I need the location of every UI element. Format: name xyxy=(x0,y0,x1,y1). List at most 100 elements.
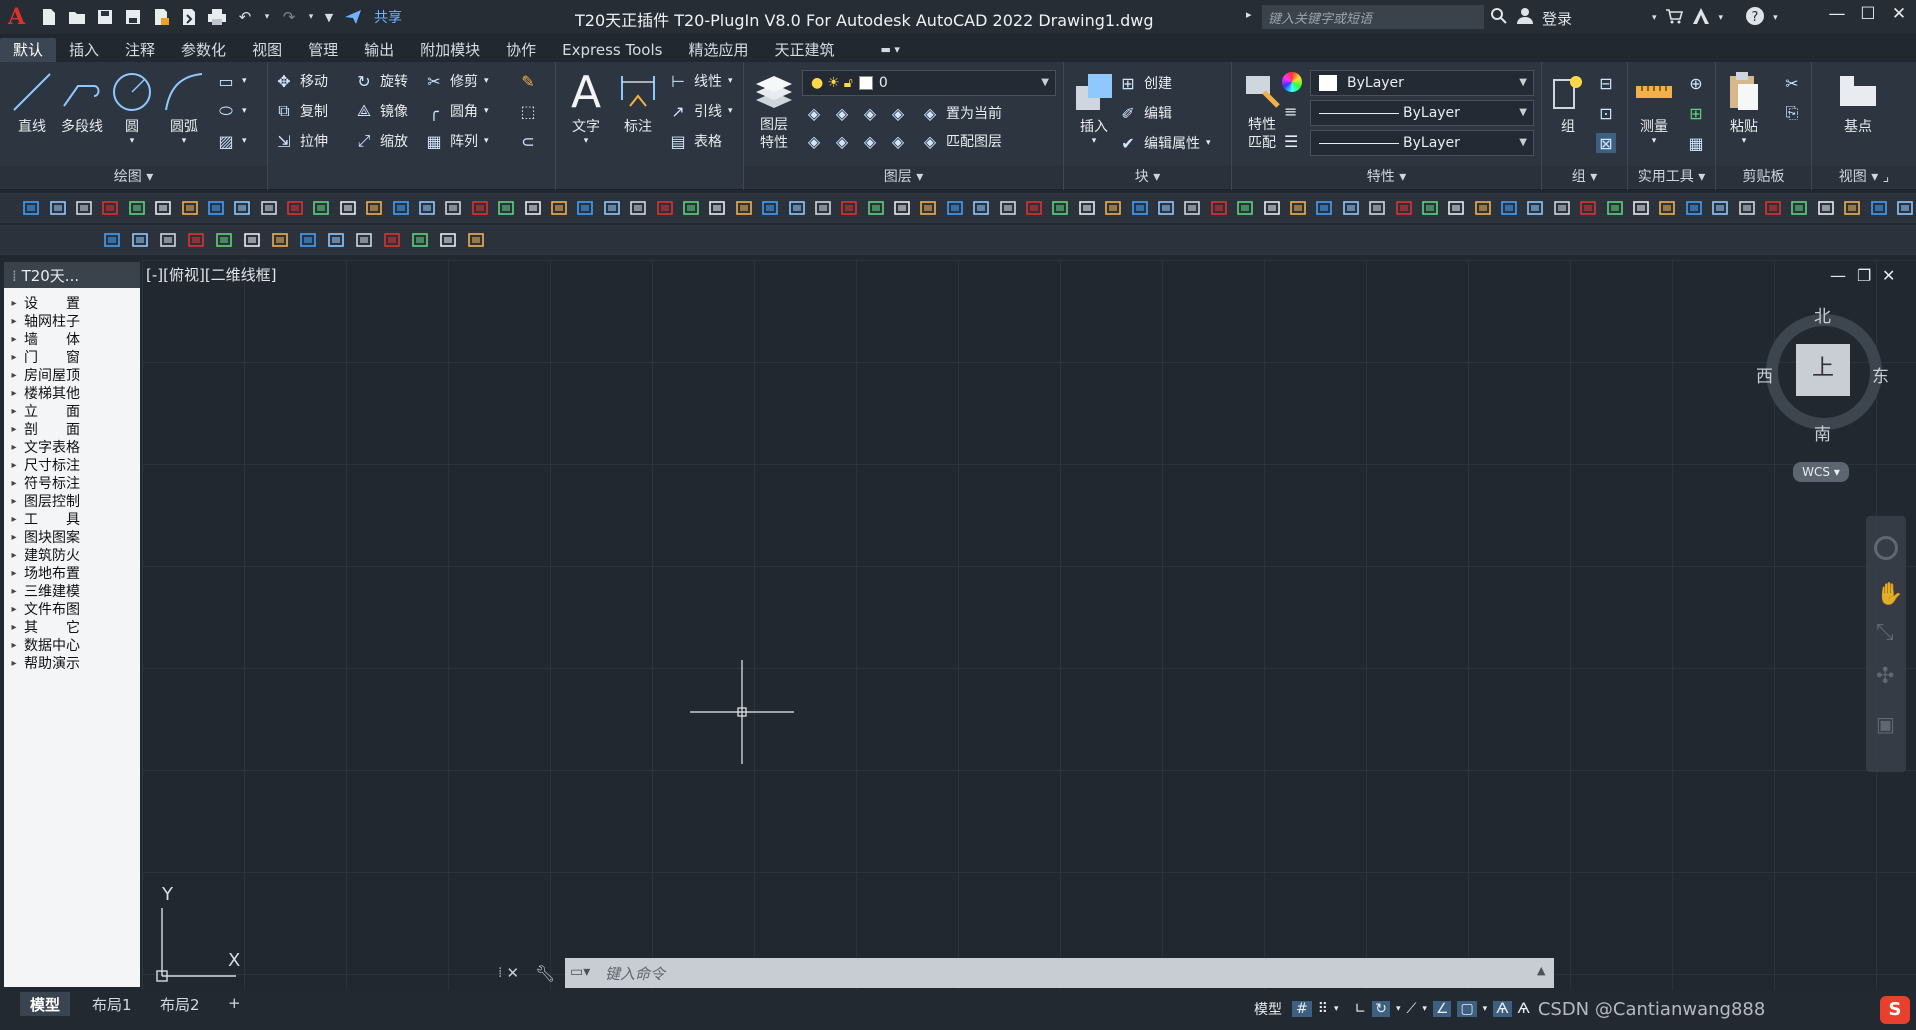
ellipse-tool[interactable]: ⬭ ▾ xyxy=(216,98,246,124)
tab-addins[interactable]: 附加模块 xyxy=(407,38,493,62)
layout-tab-layout1[interactable]: 布局1 xyxy=(82,992,142,1016)
quick-select-tool[interactable]: ⊕ xyxy=(1686,70,1706,96)
close-button[interactable]: ✕ xyxy=(1882,4,1916,28)
toolbar-row1-tool-70-icon[interactable] xyxy=(1841,197,1863,219)
measure-dropdown-icon[interactable]: ▾ xyxy=(1628,136,1680,146)
toolbar-row1-tool-41-icon[interactable] xyxy=(1076,197,1098,219)
stretch-tool[interactable]: ⇲ 拉伸 xyxy=(274,128,328,154)
match-properties-tool[interactable]: 特性匹配 xyxy=(1236,68,1288,152)
minimize-button[interactable]: — xyxy=(1820,4,1854,28)
toolbar-row1-tool-65-icon[interactable] xyxy=(1709,197,1731,219)
array-dropdown-icon[interactable]: ▾ xyxy=(484,136,489,146)
tab-tangent-arch[interactable]: 天正建筑 xyxy=(761,38,847,62)
toolbar-row1-tool-22-icon[interactable] xyxy=(574,197,596,219)
compass-north[interactable]: 北 xyxy=(1814,302,1831,327)
toolbar-row2-tool-11-icon[interactable] xyxy=(380,229,404,251)
text-dropdown-icon[interactable]: ▾ xyxy=(560,136,612,146)
orbit-icon[interactable]: ✣ xyxy=(1876,664,1894,689)
toolbar-row1-tool-12-icon[interactable] xyxy=(310,197,332,219)
palette-item-axis-columns[interactable]: ▸ 轴网柱子 xyxy=(4,312,140,330)
print-icon[interactable] xyxy=(206,7,228,27)
palette-grip-icon[interactable]: ⁞ xyxy=(12,267,17,285)
palette-item-fire-protection[interactable]: ▸ 建筑防火 xyxy=(4,546,140,564)
viewcube[interactable]: 上 北 南 东 西 xyxy=(1756,300,1892,450)
redo-icon[interactable]: ↷ xyxy=(278,7,300,27)
explode-tool[interactable]: ⬚ xyxy=(518,98,538,124)
toolbar-row1-tool-18-icon[interactable] xyxy=(469,197,491,219)
toolbar-row1-tool-4-icon[interactable] xyxy=(99,197,121,219)
linear-dropdown-icon[interactable]: ▾ xyxy=(728,76,733,86)
leader-dropdown-icon[interactable]: ▾ xyxy=(728,106,733,116)
erase-tool[interactable]: ✎ xyxy=(518,68,538,94)
open-web-icon[interactable] xyxy=(150,7,172,27)
hatch-dropdown-icon[interactable]: ▾ xyxy=(242,136,247,146)
toolbar-row1-tool-50-icon[interactable] xyxy=(1313,197,1335,219)
toolbar-row1-tool-62-icon[interactable] xyxy=(1630,197,1652,219)
toolbar-row1-tool-15-icon[interactable] xyxy=(389,197,411,219)
offset-tool[interactable]: ⊂ xyxy=(518,128,538,154)
fillet-dropdown-icon[interactable]: ▾ xyxy=(484,106,489,116)
edit-attributes-dropdown-icon[interactable]: ▾ xyxy=(1206,138,1211,148)
polar-tracking-icon[interactable]: ↻ xyxy=(1372,1001,1390,1017)
command-history-icon[interactable]: ▭▾ xyxy=(570,964,590,980)
toolbar-row1-tool-66-icon[interactable] xyxy=(1735,197,1757,219)
undo-dropdown-icon[interactable]: ▾ xyxy=(262,7,272,27)
toolbar-row1-tool-3-icon[interactable] xyxy=(73,197,95,219)
toolbar-row1-tool-7-icon[interactable] xyxy=(178,197,200,219)
layer-thaw-tool[interactable]: ◈ xyxy=(860,128,880,154)
make-current-tool[interactable]: ◈ 置为当前 xyxy=(920,100,1002,126)
draw-panel-title[interactable]: 绘图 ▾ xyxy=(0,166,267,188)
toolbar-row1-tool-38-icon[interactable] xyxy=(996,197,1018,219)
leader-tool[interactable]: ↗ 引线 ▾ xyxy=(668,98,733,124)
layer-lock-icon[interactable]: 🔓︎ xyxy=(844,75,853,91)
palette-item-stairs[interactable]: ▸ 楼梯其他 xyxy=(4,384,140,402)
sogou-ime-icon[interactable]: S xyxy=(1880,996,1910,1024)
toolbar-row1-tool-40-icon[interactable] xyxy=(1049,197,1071,219)
tab-view[interactable]: 视图 xyxy=(239,38,295,62)
toolbar-row1-tool-67-icon[interactable] xyxy=(1762,197,1784,219)
layer-lock-tool[interactable]: ◈ xyxy=(888,100,908,126)
save-icon[interactable] xyxy=(94,7,116,27)
color-dropdown[interactable]: ByLayer ▼ xyxy=(1310,70,1534,96)
toolbar-row1-tool-57-icon[interactable] xyxy=(1498,197,1520,219)
isodraft-dropdown-icon[interactable]: ▾ xyxy=(1422,1004,1427,1014)
toolbar-row1-tool-1-icon[interactable] xyxy=(20,197,42,219)
clipboard-panel-title[interactable]: 剪贴板 xyxy=(1716,166,1811,188)
group-tool[interactable]: 组 xyxy=(1542,68,1594,136)
toolbar-row1-tool-10-icon[interactable] xyxy=(258,197,280,219)
toolbar-row1-tool-37-icon[interactable] xyxy=(970,197,992,219)
arc-dropdown-icon[interactable]: ▾ xyxy=(158,136,210,146)
toolbar-row2-tool-3-icon[interactable] xyxy=(156,229,180,251)
toolbar-row1-tool-56-icon[interactable] xyxy=(1471,197,1493,219)
toolbar-row1-tool-71-icon[interactable] xyxy=(1867,197,1889,219)
text-tool[interactable]: A 文字 ▾ xyxy=(560,67,612,147)
help-icon[interactable]: ? xyxy=(1745,6,1765,30)
trim-dropdown-icon[interactable]: ▾ xyxy=(484,76,489,86)
viewport-close-button[interactable]: ✕ xyxy=(1882,266,1895,285)
toolbar-row1-tool-36-icon[interactable] xyxy=(944,197,966,219)
tab-manage[interactable]: 管理 xyxy=(295,38,351,62)
annotation-visibility-icon[interactable]: Ѧ xyxy=(1493,1001,1512,1017)
compass-west[interactable]: 西 xyxy=(1756,362,1773,387)
viewport-controls-label[interactable]: [-][俯视][二维线框] xyxy=(146,264,277,285)
toolbar-row2-tool-14-icon[interactable] xyxy=(464,229,488,251)
palette-item-elevation[interactable]: ▸ 立 面 xyxy=(4,402,140,420)
user-icon[interactable] xyxy=(1516,7,1534,29)
compass-east[interactable]: 东 xyxy=(1872,362,1889,387)
tab-default[interactable]: 默认 xyxy=(0,38,57,62)
toolbar-row1-tool-63-icon[interactable] xyxy=(1656,197,1678,219)
palette-item-walls[interactable]: ▸ 墙 体 xyxy=(4,330,140,348)
share-label[interactable]: 共享 xyxy=(374,7,402,27)
toolbar-row1-tool-5-icon[interactable] xyxy=(126,197,148,219)
toolbar-row1-tool-55-icon[interactable] xyxy=(1445,197,1467,219)
ribbon-display-toggle-icon[interactable]: ▬ ▾ xyxy=(867,38,912,62)
copy-tool[interactable]: ⧉ 复制 xyxy=(274,98,328,124)
toolbar-row1-tool-47-icon[interactable] xyxy=(1234,197,1256,219)
ungroup-tool[interactable]: ⊟ xyxy=(1596,70,1616,96)
autocad-logo-icon[interactable]: A xyxy=(8,4,32,30)
toolbar-row1-tool-44-icon[interactable] xyxy=(1155,197,1177,219)
layer-on-icon[interactable]: ● xyxy=(811,75,823,91)
tab-express-tools[interactable]: Express Tools xyxy=(549,38,675,62)
autodesk-app-icon[interactable] xyxy=(1691,7,1711,29)
share-icon[interactable] xyxy=(342,7,364,27)
